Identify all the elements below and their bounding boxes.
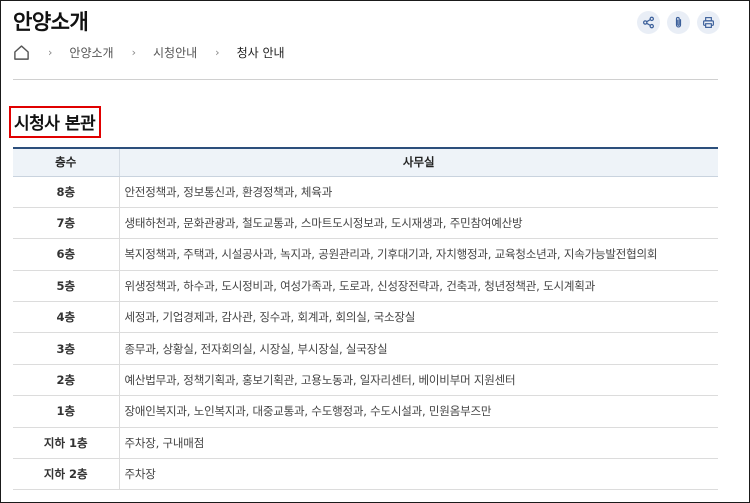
attachment-button[interactable] — [667, 11, 690, 34]
floor-cell: 2층 — [13, 364, 120, 397]
floor-cell: 5층 — [13, 270, 120, 303]
table-row: 8층 안전정책과, 정보통신과, 환경정책과, 체육과 — [13, 176, 718, 208]
table-row: 1층 장애인복지과, 노인복지과, 대중교통과, 수도행정과, 수도시설과, 민… — [13, 395, 718, 428]
breadcrumb-item-building-guide: 청사 안내 — [236, 46, 285, 60]
offices-cell: 복지정책과, 주택과, 시설공사과, 녹지과, 공원관리과, 기후대기과, 자치… — [119, 238, 718, 271]
offices-cell: 세정과, 기업경제과, 감사관, 징수과, 회계과, 회의실, 국소장실 — [119, 301, 718, 334]
breadcrumb: › 안양소개 › 시청안내 › 청사 안내 — [13, 44, 285, 61]
column-header-floor: 층수 — [13, 147, 120, 177]
chevron-right-icon: › — [48, 46, 53, 59]
offices-cell: 예산법무과, 정책기획과, 홍보기획관, 고용노동과, 일자리센터, 베이비부머… — [119, 364, 718, 397]
offices-cell: 생태하천과, 문화관광과, 철도교통과, 스마트도시정보과, 도시재생과, 주민… — [119, 207, 718, 240]
floor-directory-table: 층수 사무실 8층 안전정책과, 정보통신과, 환경정책과, 체육과 7층 생태… — [13, 147, 718, 491]
table-row: 6층 복지정책과, 주택과, 시설공사과, 녹지과, 공원관리과, 기후대기과,… — [13, 238, 718, 271]
offices-cell: 주차장, 구내매점 — [119, 427, 718, 460]
page-title: 안양소개 — [13, 10, 89, 34]
floor-cell: 1층 — [13, 395, 120, 428]
table-body: 8층 안전정책과, 정보통신과, 환경정책과, 체육과 7층 생태하천과, 문화… — [13, 176, 718, 491]
table-row: 5층 위생정책과, 하수과, 도시정비과, 여성가족과, 도로과, 신성장전략과… — [13, 270, 718, 303]
floor-cell: 지하 2층 — [13, 458, 120, 491]
floor-cell: 지하 1층 — [13, 427, 120, 460]
table-row: 7층 생태하천과, 문화관광과, 철도교통과, 스마트도시정보과, 도시재생과,… — [13, 207, 718, 240]
table-row: 2층 예산법무과, 정책기획과, 홍보기획관, 고용노동과, 일자리센터, 베이… — [13, 364, 718, 397]
chevron-right-icon: › — [131, 46, 136, 59]
offices-cell: 안전정책과, 정보통신과, 환경정책과, 체육과 — [119, 176, 718, 208]
floor-cell: 3층 — [13, 332, 120, 365]
offices-cell: 위생정책과, 하수과, 도시정비과, 여성가족과, 도로과, 신성장전략과, 건… — [119, 270, 718, 303]
chevron-right-icon: › — [215, 46, 220, 59]
breadcrumb-item-about[interactable]: 안양소개 — [69, 44, 113, 61]
table-row: 4층 세정과, 기업경제과, 감사관, 징수과, 회계과, 회의실, 국소장실 — [13, 301, 718, 334]
section-title: 시청사 본관 — [9, 106, 102, 138]
share-button[interactable] — [637, 11, 660, 34]
breadcrumb-item-cityhall-guide[interactable]: 시청안내 — [153, 44, 197, 61]
divider — [13, 79, 718, 80]
table-header: 층수 사무실 — [13, 147, 718, 177]
paperclip-icon — [675, 16, 682, 28]
offices-cell: 주차장 — [119, 458, 718, 491]
table-row: 3층 종무과, 상황실, 전자회의실, 시장실, 부시장실, 실국장실 — [13, 332, 718, 365]
table-header-row: 층수 사무실 — [13, 147, 718, 177]
share-icon — [643, 16, 654, 29]
table-row: 지하 2층 주차장 — [13, 458, 718, 491]
page-actions — [637, 11, 720, 34]
offices-cell: 종무과, 상황실, 전자회의실, 시장실, 부시장실, 실국장실 — [119, 332, 718, 365]
floor-cell: 7층 — [13, 207, 120, 240]
floor-cell: 8층 — [13, 176, 120, 208]
floor-cell: 4층 — [13, 301, 120, 334]
breadcrumb-home[interactable] — [13, 44, 30, 61]
floor-cell: 6층 — [13, 238, 120, 271]
column-header-offices: 사무실 — [119, 147, 718, 177]
offices-cell: 장애인복지과, 노인복지과, 대중교통과, 수도행정과, 수도시설과, 민원옴부… — [119, 395, 718, 428]
print-icon — [703, 17, 714, 28]
print-button[interactable] — [697, 11, 720, 34]
home-icon — [14, 45, 29, 60]
table-row: 지하 1층 주차장, 구내매점 — [13, 427, 718, 460]
